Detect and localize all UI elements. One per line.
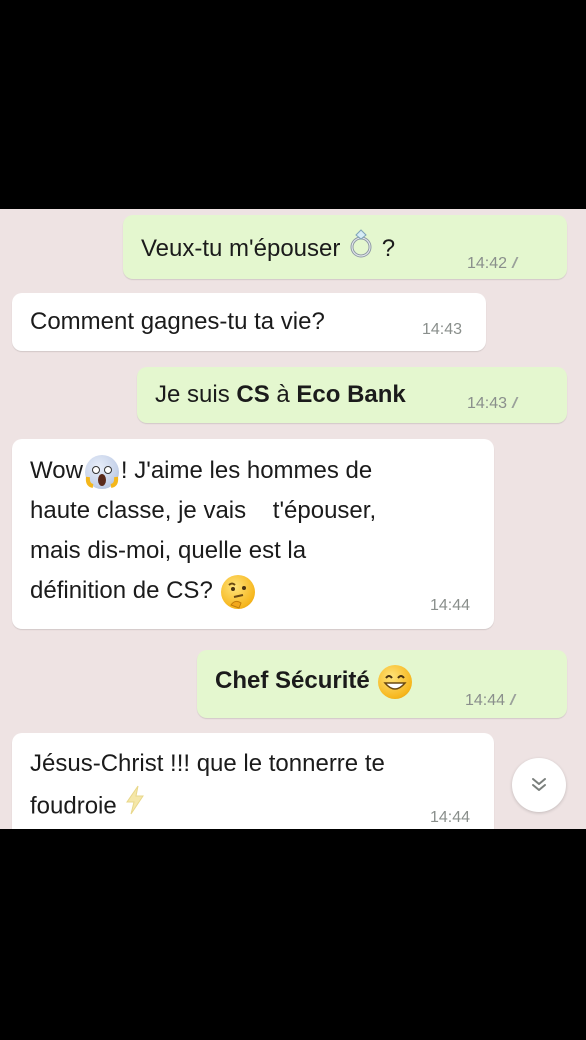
ring-icon <box>347 229 375 270</box>
message-time: 14:44 <box>465 692 506 709</box>
message-bubble-outgoing[interactable]: Chef Sécurité 14:44// <box>197 650 567 718</box>
message-text: Jésus-Christ !!! que le tonnerre te foud… <box>30 743 385 829</box>
message-bubble-incoming[interactable]: Jésus-Christ !!! que le tonnerre te foud… <box>12 733 494 829</box>
message-bubble-incoming[interactable]: Comment gagnes-tu ta vie? 14:43 <box>12 293 486 351</box>
message-time: 14:42 <box>467 255 508 272</box>
double-chevron-down-icon <box>532 778 546 791</box>
message-bubble-outgoing[interactable]: Je suis CS à Eco Bank 14:43// <box>137 367 567 423</box>
thinking-face-icon <box>221 574 256 609</box>
message-time: 14:44 <box>430 597 471 614</box>
screaming-face-icon <box>84 454 119 489</box>
message-text: Chef Sécurité <box>215 663 414 699</box>
grinning-face-icon <box>378 664 413 699</box>
message-text: Je suis CS à Eco Bank <box>155 381 406 408</box>
message-time: 14:43 <box>467 395 508 412</box>
screenshot-frame: Veux-tu m'épouser ? 14:42// Comment gagn… <box>0 0 586 1040</box>
message-bubble-incoming[interactable]: Wow ! J'aime les hommes de haute classe,… <box>12 439 494 629</box>
message-text: Wow ! J'aime les hommes de haute classe,… <box>30 451 376 611</box>
scroll-to-bottom-button[interactable] <box>512 758 566 812</box>
message-text: Veux-tu m'épouser ? <box>141 229 395 270</box>
message-time: 14:43 <box>422 321 463 338</box>
message-bubble-outgoing[interactable]: Veux-tu m'épouser ? 14:42// <box>123 215 567 279</box>
message-time: 14:44 <box>430 809 471 826</box>
message-text: Comment gagnes-tu ta vie? <box>30 308 325 335</box>
chat-area[interactable]: Veux-tu m'épouser ? 14:42// Comment gagn… <box>0 209 586 829</box>
lightning-icon <box>123 785 147 829</box>
